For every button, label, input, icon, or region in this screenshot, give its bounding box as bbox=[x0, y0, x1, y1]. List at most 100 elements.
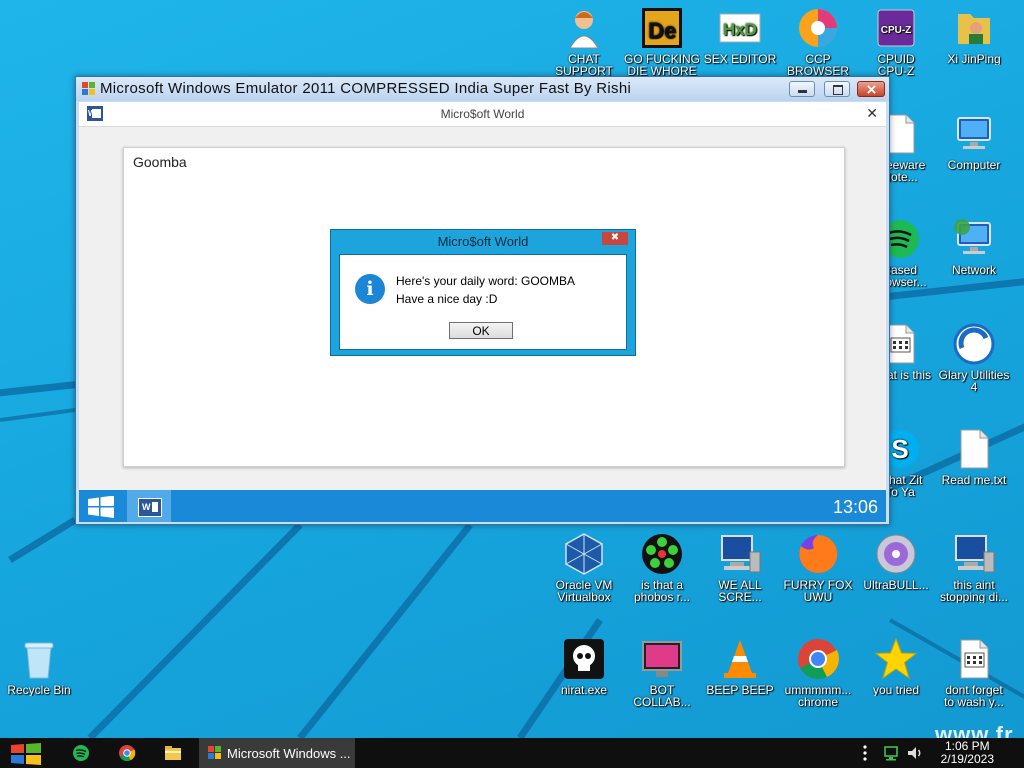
desktop-icon-beep-beep[interactable]: BEEP BEEP bbox=[702, 637, 778, 696]
info-icon: i bbox=[355, 274, 385, 304]
minimize-button[interactable] bbox=[789, 81, 815, 97]
taskbar-task-label: Microsoft Windows ... bbox=[227, 746, 351, 761]
volume-icon[interactable] bbox=[906, 744, 924, 762]
computer-repair-icon bbox=[952, 532, 996, 576]
app-titlebar[interactable]: W Micro$oft World ✕ bbox=[79, 102, 886, 127]
desktop-icon-this-aint[interactable]: this aint stopping di... bbox=[936, 532, 1012, 603]
dialog-message-line1: Here's your daily word: GOOMBA bbox=[396, 274, 576, 288]
desktop-icon-label: BEEP BEEP bbox=[706, 684, 774, 696]
desktop-icon-glary[interactable]: Glary Utilities 4 bbox=[936, 322, 1012, 393]
desktop-icon-label: you tried bbox=[872, 684, 920, 696]
more-options-icon[interactable] bbox=[863, 745, 867, 761]
close-button[interactable] bbox=[857, 81, 885, 97]
desktop-icon-label: dont forget to wash y... bbox=[944, 684, 1004, 708]
desktop-icon-label: Glary Utilities 4 bbox=[938, 369, 1010, 393]
desktop-icon-label: SEX EDITOR bbox=[703, 53, 777, 65]
desktop-icon-label: Read me.txt bbox=[941, 474, 1007, 486]
colorful-browser-icon bbox=[796, 6, 840, 50]
message-dialog[interactable]: Micro$oft World ✖ i Here's your daily wo… bbox=[330, 229, 636, 356]
desktop-icon-ultrabull[interactable]: UltraBULL... bbox=[858, 532, 934, 591]
start-button[interactable] bbox=[9, 742, 43, 766]
dialog-message-line2: Have a nice day :D bbox=[396, 292, 498, 306]
taskbar-date: 2/19/2023 bbox=[940, 752, 994, 766]
emulator-title: Microsoft Windows Emulator 2011 COMPRESS… bbox=[100, 80, 632, 97]
star-icon bbox=[874, 637, 918, 681]
desktop-icon-label: GO FUCKING DIE WHORE bbox=[624, 53, 700, 77]
desktop-icon-nirat[interactable]: nirat.exe bbox=[546, 637, 622, 696]
chrome-icon[interactable] bbox=[118, 744, 136, 762]
cpu-z-icon: CPU-Z bbox=[874, 6, 918, 50]
desktop-icon-bot-collab[interactable]: BOT COLLAB... bbox=[624, 637, 700, 708]
vlc-cone-icon bbox=[718, 637, 762, 681]
network-tray-icon[interactable] bbox=[882, 744, 900, 762]
desktop-icon-computer[interactable]: Computer bbox=[936, 112, 1012, 171]
chat-support-icon bbox=[562, 6, 606, 50]
monitor-pink-icon bbox=[640, 637, 684, 681]
desktop-icon-you-tried[interactable]: you tried bbox=[858, 637, 934, 696]
desktop-icon-network[interactable]: Network bbox=[936, 217, 1012, 276]
skull-icon bbox=[562, 637, 606, 681]
icq-flower-icon bbox=[640, 532, 684, 576]
desktop-icon-label: WE ALL SCRE... bbox=[718, 579, 762, 603]
dialog-close-button[interactable]: ✖ bbox=[602, 232, 628, 245]
ok-button[interactable]: OK bbox=[449, 322, 513, 339]
chrome-icon bbox=[796, 637, 840, 681]
desktop-icon-we-all-scream[interactable]: WE ALL SCRE... bbox=[702, 532, 778, 603]
minimize-icon bbox=[798, 90, 807, 93]
desktop-icon-label: this aint stopping di... bbox=[939, 579, 1009, 603]
virtualbox-icon bbox=[562, 532, 606, 576]
emulator-taskbar-word[interactable]: W bbox=[127, 490, 171, 522]
desktop-icon-label: CPUID CPU-Z bbox=[877, 53, 915, 77]
desktop-icon-sex-editor[interactable]: HxD SEX EDITOR bbox=[702, 6, 778, 65]
app-close-icon[interactable]: ✕ bbox=[866, 105, 878, 122]
desktop-icon-ccp-browser[interactable]: CCP BROWSER bbox=[780, 6, 856, 77]
desktop-icon-read-me[interactable]: Read me.txt bbox=[936, 427, 1012, 486]
svg-text:De: De bbox=[648, 18, 676, 43]
desktop-icon-go-fucking[interactable]: De GO FUCKING DIE WHORE bbox=[624, 6, 700, 77]
desktop-icon-chat-support[interactable]: CHAT SUPPORT bbox=[546, 6, 622, 77]
desktop-icon-recycle-bin[interactable]: Recycle Bin bbox=[1, 637, 77, 696]
desktop-icon-cpuid[interactable]: CPU-Z CPUID CPU-Z bbox=[858, 6, 934, 77]
user-folder-icon bbox=[952, 6, 996, 50]
dialog-body: i Here's your daily word: GOOMBA Have a … bbox=[339, 254, 627, 350]
network-icon bbox=[952, 217, 996, 261]
desktop-icon-label: Xi JinPing bbox=[947, 53, 1001, 65]
svg-text:HxD: HxD bbox=[723, 20, 757, 39]
file-explorer-icon[interactable] bbox=[164, 744, 182, 762]
wallpaper-watermark: www.fr bbox=[935, 722, 1014, 738]
document-text[interactable]: Goomba bbox=[133, 154, 187, 170]
emulator-start-icon[interactable] bbox=[87, 496, 115, 518]
disc-icon bbox=[874, 532, 918, 576]
taskbar-clock[interactable]: 1:06 PM 2/19/2023 bbox=[941, 740, 994, 766]
desktop-icon-label: ummmmm... chrome bbox=[784, 684, 852, 708]
desktop-icon-phobos[interactable]: is that a phobos r... bbox=[624, 532, 700, 603]
svg-text:S: S bbox=[891, 434, 908, 464]
windows-flag-icon bbox=[208, 746, 221, 759]
hex-editor-icon: HxD bbox=[718, 6, 762, 50]
spotify-icon[interactable] bbox=[72, 744, 90, 762]
emulator-clock: 13:06 bbox=[832, 497, 878, 517]
desktop-icon-label: CHAT SUPPORT bbox=[555, 53, 613, 77]
word-taskbar-icon: W bbox=[138, 498, 162, 517]
computer-icon bbox=[952, 112, 996, 156]
desktop-icon-label: CCP BROWSER bbox=[786, 53, 849, 77]
desktop-icon-label: Computer bbox=[947, 159, 1001, 171]
desktop-icon-label: UltraBULL... bbox=[863, 579, 929, 591]
desktop-icon-label: BOT COLLAB... bbox=[633, 684, 691, 708]
desktop-icon-oracle-vm[interactable]: Oracle VM Virtualbox bbox=[546, 532, 622, 603]
recycle-bin-icon bbox=[17, 637, 61, 681]
taskbar-emulator-task[interactable]: Microsoft Windows ... bbox=[199, 738, 355, 768]
dialog-title: Micro$oft World bbox=[437, 234, 529, 249]
desktop-icon-dont-forget[interactable]: dont forget to wash y... bbox=[936, 637, 1012, 708]
taskbar: Microsoft Windows ... 1:06 PM 2/19/2023 bbox=[0, 738, 1024, 768]
computer-error-icon bbox=[718, 532, 762, 576]
desktop-icon-label: Recycle Bin bbox=[7, 684, 71, 696]
glary-icon bbox=[952, 322, 996, 366]
desktop-icon-xi-jinping[interactable]: Xi JinPing bbox=[936, 6, 1012, 65]
maximize-button[interactable] bbox=[824, 81, 850, 97]
desktop-icon-label: is that a phobos r... bbox=[633, 579, 691, 603]
desktop-icon-chrome-shortcut[interactable]: ummmmm... chrome bbox=[780, 637, 856, 708]
emulator-taskbar: W 13:06 bbox=[79, 490, 886, 522]
desktop-icon-furry-fox[interactable]: FURRY FOX UWU bbox=[780, 532, 856, 603]
emulator-titlebar[interactable]: Microsoft Windows Emulator 2011 COMPRESS… bbox=[76, 77, 889, 101]
